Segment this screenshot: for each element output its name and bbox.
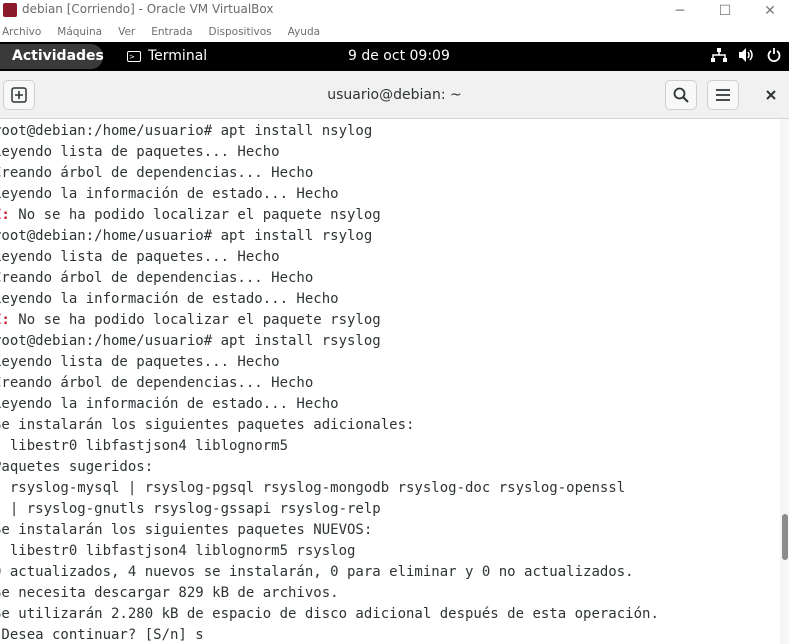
menu-button[interactable]: [707, 80, 739, 110]
app-menu[interactable]: > Terminal: [127, 42, 207, 71]
terminal-line: libestr0 libfastjson4 liblognorm5: [0, 438, 289, 454]
menu-archivo[interactable]: Archivo: [0, 26, 41, 38]
terminal-line: Se instalarán los siguientes paquetes NU…: [0, 522, 373, 538]
close-terminal-button[interactable]: [757, 80, 785, 110]
vbox-title-bar: debian [Corriendo] - Oracle VM VirtualBo…: [0, 0, 789, 22]
terminal-output[interactable]: root@debian:/home/usuario# apt install n…: [0, 119, 780, 644]
scrollbar-thumb[interactable]: [782, 514, 788, 560]
terminal-line: Leyendo lista de paquetes... Hecho: [0, 354, 280, 370]
terminal-line: libestr0 libfastjson4 liblognorm5 rsyslo…: [0, 543, 356, 559]
maximize-button[interactable]: ☐: [702, 0, 748, 22]
terminal-line: ¿Desea continuar? [S/n] s: [0, 627, 204, 643]
close-window-button[interactable]: ✕: [747, 0, 789, 22]
system-tray[interactable]: [699, 42, 781, 71]
terminal-line: root@debian:/home/usuario# apt install n…: [0, 123, 373, 139]
close-icon: [766, 90, 776, 100]
terminal-line: Se necesita descargar 829 kB de archivos…: [0, 585, 339, 601]
terminal-line: 0 actualizados, 4 nuevos se instalarán, …: [0, 564, 634, 580]
terminal-line: root@debian:/home/usuario# apt install r…: [0, 333, 381, 349]
terminal-line: root@debian:/home/usuario# apt install r…: [0, 228, 373, 244]
window-title: debian [Corriendo] - Oracle VM VirtualBo…: [22, 2, 274, 16]
terminal-line: Se utilizarán 2.280 kB de espacio de dis…: [0, 606, 659, 622]
terminal-line: Creando árbol de dependencias... Hecho: [0, 375, 314, 391]
menu-entrada[interactable]: Entrada: [149, 26, 192, 38]
terminal-line: Leyendo lista de paquetes... Hecho: [0, 144, 280, 160]
network-icon[interactable]: [711, 47, 727, 66]
terminal-line: Leyendo la información de estado... Hech…: [0, 291, 339, 307]
error-prefix: E:: [0, 207, 10, 223]
volume-icon[interactable]: [739, 47, 755, 66]
gnome-top-bar: Actividades > Terminal 9 de oct 09:09: [0, 42, 789, 71]
terminal-line: Leyendo la información de estado... Hech…: [0, 186, 339, 202]
terminal-line: Leyendo lista de paquetes... Hecho: [0, 249, 280, 265]
virtualbox-app-icon: [3, 3, 17, 17]
terminal-line: E: No se ha podido localizar el paquete …: [0, 310, 381, 331]
clock[interactable]: 9 de oct 09:09: [348, 42, 450, 71]
error-message: No se ha podido localizar el paquete nsy…: [9, 207, 381, 223]
hamburger-menu-icon: [716, 89, 730, 101]
search-button[interactable]: [665, 80, 697, 110]
terminal-line: Leyendo la información de estado... Hech…: [0, 396, 339, 412]
minimize-button[interactable]: ─: [657, 0, 703, 22]
scrollbar[interactable]: [780, 119, 789, 644]
terminal-line: | rsyslog-gnutls rsyslog-gssapi rsyslog-…: [0, 501, 381, 517]
search-icon: [673, 87, 689, 103]
terminal-line: Se instalarán los siguientes paquetes ad…: [0, 417, 415, 433]
menu-maquina[interactable]: Máquina: [55, 26, 102, 38]
error-prefix: E:: [0, 312, 10, 328]
terminal-line: rsyslog-mysql | rsyslog-pgsql rsyslog-mo…: [0, 480, 626, 496]
menu-ayuda[interactable]: Ayuda: [286, 26, 320, 38]
power-icon[interactable]: [767, 47, 781, 66]
menu-dispositivos[interactable]: Dispositivos: [207, 26, 272, 38]
terminal-line: Creando árbol de dependencias... Hecho: [0, 165, 314, 181]
terminal-line: E: No se ha podido localizar el paquete …: [0, 205, 381, 226]
error-message: No se ha podido localizar el paquete rsy…: [9, 312, 381, 328]
vbox-menu-bar: Archivo Máquina Ver Entrada Dispositivos…: [0, 22, 789, 42]
terminal-headerbar: usuario@debian: ~: [0, 71, 789, 119]
app-menu-label: Terminal: [148, 48, 208, 64]
menu-ver[interactable]: Ver: [116, 26, 135, 38]
activities-button[interactable]: Actividades: [0, 44, 104, 69]
terminal-line: Creando árbol de dependencias... Hecho: [0, 270, 314, 286]
terminal-line: Paquetes sugeridos:: [0, 459, 154, 475]
terminal-icon: >: [127, 51, 141, 62]
